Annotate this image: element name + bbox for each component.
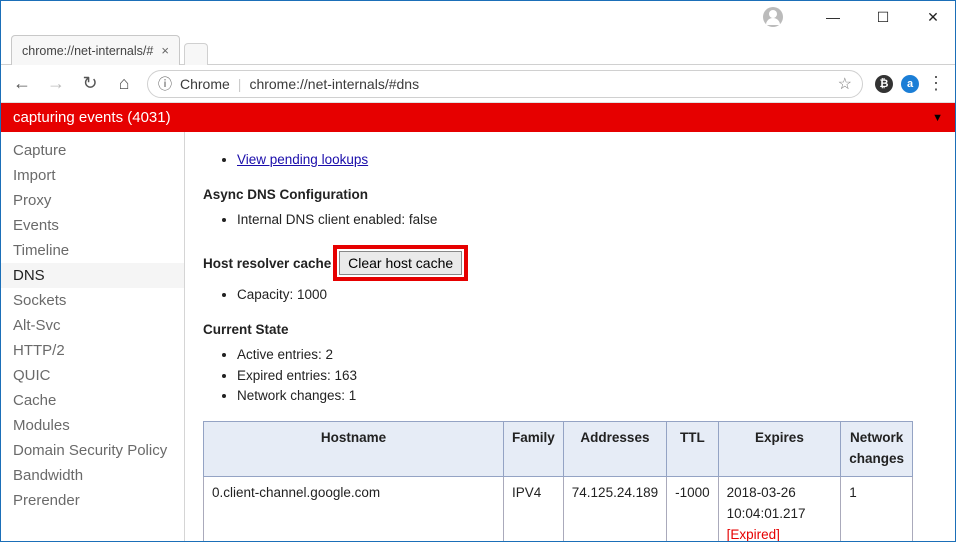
menu-dots-icon[interactable]: ⋮ [927,73,945,94]
col-hostname: Hostname [204,422,504,477]
capturing-events-bar[interactable]: capturing events (4031) ▼ [1,103,955,132]
sidebar-item-proxy[interactable]: Proxy [1,188,184,213]
capacity-item: Capacity: 1000 [237,285,935,306]
sidebar-item-cache[interactable]: Cache [1,388,184,413]
sidebar-item-modules[interactable]: Modules [1,413,184,438]
col-family: Family [504,422,564,477]
col-network-changes: Network changes [841,422,913,477]
extension-a-icon[interactable]: a [901,75,919,93]
sidebar-item-prerender[interactable]: Prerender [1,488,184,513]
host-resolver-cache-label: Host resolver cache [203,256,331,271]
active-entries-item: Active entries: 2 [237,345,935,366]
dropdown-arrow-icon[interactable]: ▼ [932,112,943,124]
table-row: 0.client-channel.google.comIPV474.125.24… [204,477,913,541]
home-icon[interactable]: ⌂ [113,73,135,94]
col-ttl: TTL [667,422,719,477]
new-tab-button[interactable] [184,43,208,65]
current-state-heading: Current State [203,320,935,341]
omnibox[interactable]: ⓘ Chrome | chrome://net-internals/#dns ☆ [147,70,863,98]
expired-entries-item: Expired entries: 163 [237,366,935,387]
avatar-icon[interactable] [763,7,783,27]
browser-tab[interactable]: chrome://net-internals/# × [11,35,180,65]
omnibox-url: chrome://net-internals/#dns [249,76,829,92]
async-dns-heading: Async DNS Configuration [203,185,935,206]
chrome-icon: ⓘ [158,74,172,94]
sidebar-item-import[interactable]: Import [1,163,184,188]
clear-host-cache-highlight: Clear host cache [333,245,468,281]
sidebar-item-alt-svc[interactable]: Alt-Svc [1,313,184,338]
sidebar-item-quic[interactable]: QUIC [1,363,184,388]
sidebar-item-events[interactable]: Events [1,213,184,238]
window-close-button[interactable]: ✕ [915,3,951,31]
tab-title: chrome://net-internals/# [22,44,153,58]
reload-icon[interactable]: ↻ [79,73,101,94]
sidebar-item-capture[interactable]: Capture [1,138,184,163]
sidebar-item-bandwidth[interactable]: Bandwidth [1,463,184,488]
omnibox-scheme: Chrome [180,76,230,92]
capturing-events-text: capturing events (4031) [13,109,171,126]
dns-table: Hostname Family Addresses TTL Expires Ne… [203,421,913,541]
window-minimize-button[interactable]: — [815,3,851,31]
back-icon[interactable]: ← [11,73,33,94]
sidebar-item-http-2[interactable]: HTTP/2 [1,338,184,363]
bookmark-star-icon[interactable]: ☆ [838,74,852,94]
col-addresses: Addresses [563,422,666,477]
sidebar-item-timeline[interactable]: Timeline [1,238,184,263]
sidebar-item-dns[interactable]: DNS [1,263,184,288]
sidebar-item-sockets[interactable]: Sockets [1,288,184,313]
window-maximize-button[interactable]: ☐ [865,3,901,31]
forward-icon: → [45,73,67,94]
network-changes-item: Network changes: 1 [237,386,935,407]
col-expires: Expires [718,422,841,477]
view-pending-lookups-link[interactable]: View pending lookups [237,152,368,167]
clear-host-cache-button[interactable]: Clear host cache [339,251,462,275]
async-dns-item: Internal DNS client enabled: false [237,210,935,231]
sidebar-item-domain-security-policy[interactable]: Domain Security Policy [1,438,184,463]
extension-btc-icon[interactable]: ₿ [875,75,893,93]
tab-close-icon[interactable]: × [161,43,169,58]
